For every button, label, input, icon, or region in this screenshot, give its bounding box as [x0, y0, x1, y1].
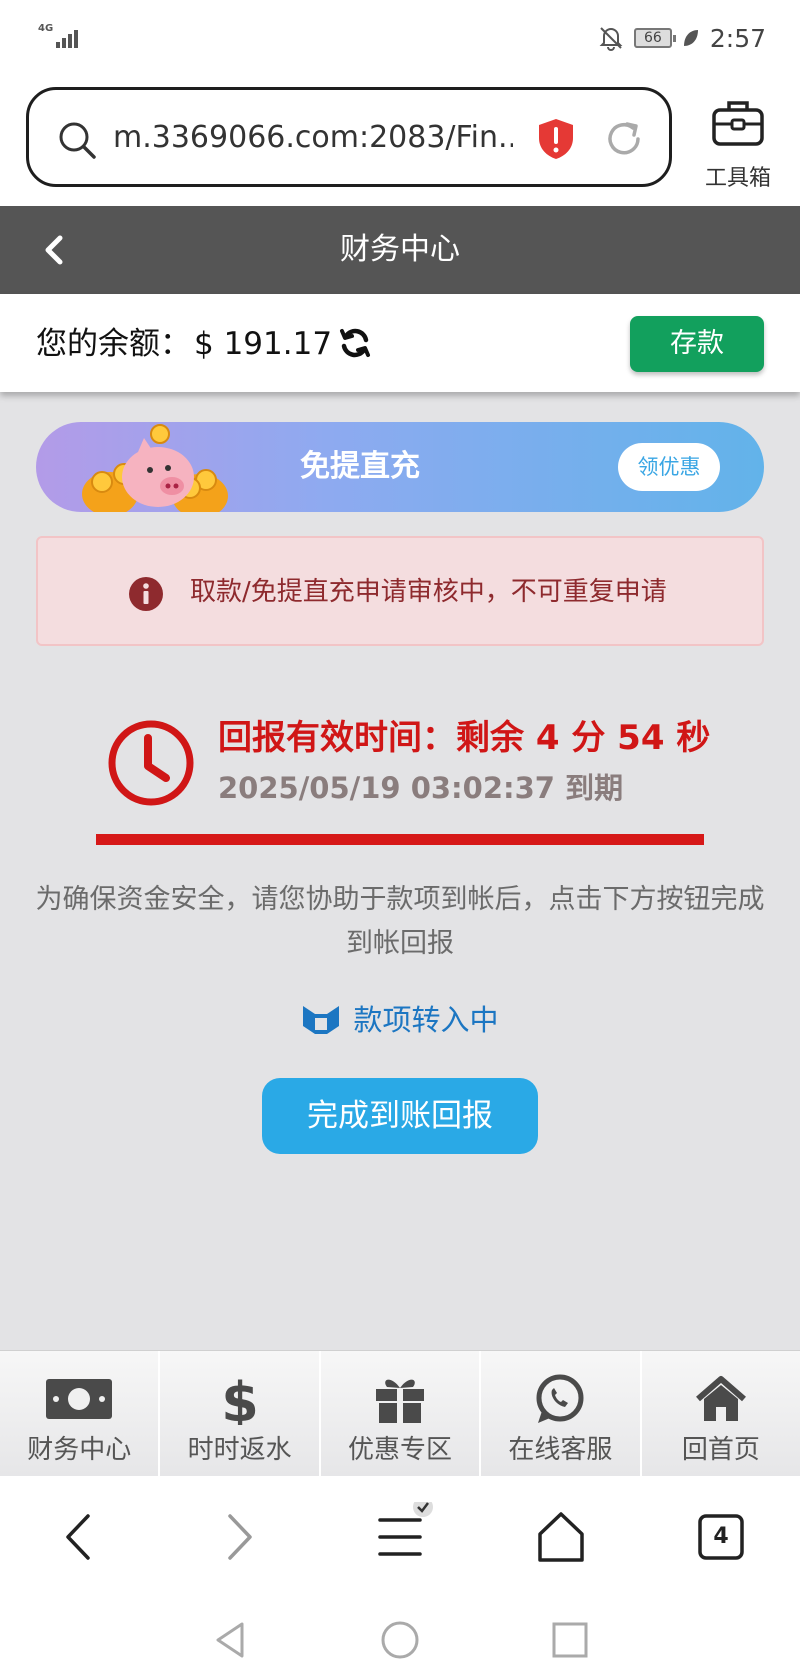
dollar-icon: $: [221, 1373, 259, 1425]
promo-banner[interactable]: 免提直充 领优惠: [36, 422, 764, 512]
nav-label: 在线客服: [508, 1435, 613, 1465]
countdown-progress-bar: [96, 834, 704, 845]
page-header: 财务中心: [0, 206, 800, 294]
nav-label: 优惠专区: [348, 1435, 453, 1465]
back-arrow-icon[interactable]: [36, 232, 72, 268]
nav-item-promotions[interactable]: 优惠专区: [321, 1351, 482, 1476]
safety-notice: 为确保资金安全，请您协助于款项到帐后，点击下方按钮完成到帐回报: [35, 884, 765, 959]
deposit-button[interactable]: 存款: [630, 316, 764, 372]
menu-icon[interactable]: [366, 1502, 436, 1572]
tabs-button[interactable]: 4: [686, 1502, 756, 1572]
transfer-status: 款项转入中: [0, 998, 800, 1046]
tab-count: 4: [713, 1524, 729, 1549]
money-bill-icon: [46, 1379, 113, 1419]
info-icon: [129, 577, 163, 611]
home-icon: [695, 1376, 746, 1421]
back-icon[interactable]: [44, 1502, 114, 1572]
toolbox-button[interactable]: 工具箱: [696, 94, 780, 191]
expiry-datetime: 2025/05/19 03:02:37 到期: [218, 771, 624, 805]
gift-icon: [376, 1379, 425, 1423]
status-bar: 4G 66 2:57: [0, 0, 800, 76]
piggy-bank-coins-icon: [82, 424, 228, 512]
alert-message: 取款/免提直充申请审核中，不可重复申请: [190, 577, 667, 607]
pending-request-alert: 取款/免提直充申请审核中，不可重复申请: [36, 536, 764, 646]
app-bottom-nav: 财务中心 $ 时时返水 优惠专区 在线客服 回首页: [0, 1350, 800, 1476]
page-title: 财务中心: [340, 232, 460, 267]
nav-item-home[interactable]: 回首页: [642, 1351, 800, 1476]
network-type: 4G: [38, 23, 54, 34]
nav-label: 时时返水: [187, 1435, 292, 1465]
clock-icon: [108, 720, 194, 806]
home-icon[interactable]: [526, 1502, 596, 1572]
balance-label: 您的余额：: [36, 326, 191, 362]
url-text[interactable]: m.3369066.com:2083/Fin...: [113, 118, 513, 158]
svg-text:$: $: [221, 1373, 259, 1425]
promo-title: 免提直充: [300, 449, 420, 484]
browser-address-bar: m.3369066.com:2083/Fin... 工具箱: [0, 76, 800, 206]
balance-row: 您的余额： $ 191.17 存款: [0, 294, 800, 392]
toolbox-icon: [712, 101, 764, 146]
complete-report-button[interactable]: 完成到账回报: [262, 1078, 538, 1154]
transfer-status-text: 款项转入中: [353, 1003, 499, 1037]
whatsapp-icon: [536, 1374, 584, 1423]
nav-item-rebate[interactable]: $ 时时返水: [160, 1351, 321, 1476]
forward-icon[interactable]: [204, 1502, 274, 1572]
nav-item-support[interactable]: 在线客服: [481, 1351, 642, 1476]
system-back-icon[interactable]: [210, 1618, 254, 1662]
system-recents-icon[interactable]: [548, 1618, 592, 1662]
url-field[interactable]: m.3369066.com:2083/Fin...: [26, 87, 672, 187]
clock: 2:57: [709, 23, 766, 53]
toolbox-label: 工具箱: [704, 166, 771, 191]
nav-item-finance[interactable]: 财务中心: [0, 1351, 161, 1476]
browser-toolbar: 4: [0, 1476, 800, 1600]
bell-muted-icon: [599, 27, 623, 51]
balance-amount: $ 191.17: [194, 326, 333, 362]
security-warning-icon[interactable]: [537, 118, 575, 160]
system-home-icon[interactable]: [378, 1618, 422, 1662]
countdown-title: 回报有效时间：剩余 4 分 54 秒: [218, 718, 711, 758]
refresh-balance-icon[interactable]: [338, 326, 372, 360]
system-nav-bar: [0, 1600, 800, 1680]
nav-label: 回首页: [681, 1435, 760, 1465]
leaf-icon: [683, 30, 698, 46]
reload-icon[interactable]: [603, 118, 645, 160]
claim-offer-button[interactable]: 领优惠: [618, 443, 720, 491]
battery-icon: 66: [633, 28, 676, 48]
transfer-loading-icon: [303, 1006, 340, 1034]
search-icon: [59, 122, 96, 159]
nav-label: 财务中心: [27, 1435, 132, 1465]
signal-icon: 4G: [38, 24, 80, 50]
